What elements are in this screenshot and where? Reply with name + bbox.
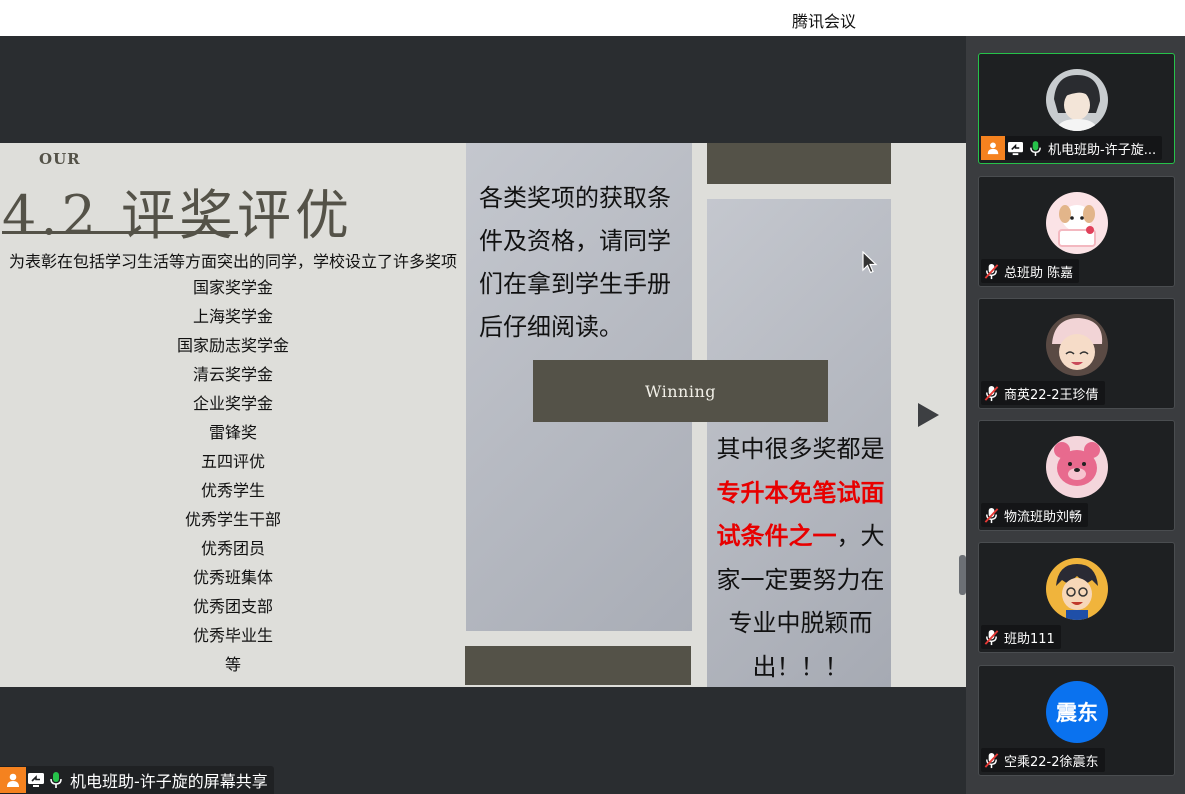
award-item: 优秀学生 — [200, 481, 265, 500]
microphone-muted-icon — [981, 383, 1001, 403]
award-item: 企业奖学金 — [192, 394, 273, 413]
microphone-muted-icon — [981, 627, 1001, 647]
slide-paragraph-1: 各类奖项的获取条件及资格，请同学们在拿到学生手册后仔细阅读。 — [479, 184, 671, 341]
slide-overline: OUR — [39, 150, 81, 168]
initials-avatar: 震东 — [1046, 681, 1108, 743]
scrollbar-thumb[interactable] — [959, 555, 966, 595]
award-item: 等 — [224, 655, 241, 674]
award-item: 优秀学生干部 — [184, 510, 281, 529]
participant-name-bar: 总班助 陈嘉 — [981, 259, 1080, 283]
mouse-cursor-icon — [862, 251, 878, 274]
title-bar: 腾讯会议 — [0, 0, 1185, 36]
participant-name: 空乘22-2徐震东 — [1004, 754, 1099, 770]
award-item: 优秀团支部 — [192, 597, 273, 616]
participant-name: 班助111 — [1004, 631, 1055, 647]
microphone-icon — [46, 770, 66, 790]
screen-share-icon — [26, 770, 46, 790]
participant-tile[interactable]: 商英22-2王珍倩 — [978, 298, 1175, 409]
participant-tile[interactable]: 班助111 — [978, 542, 1175, 653]
screen-share-icon — [1005, 138, 1025, 158]
pink-bear-avatar — [1046, 436, 1108, 498]
conan-avatar — [1046, 558, 1108, 620]
participant-name-bar: 空乘22-2徐震东 — [981, 748, 1105, 772]
slide-block-bottom-left — [465, 646, 691, 685]
participant-name-bar: 班助111 — [981, 625, 1061, 649]
next-slide-arrow-icon[interactable] — [918, 403, 939, 427]
user-icon — [0, 767, 26, 793]
participant-tile[interactable]: 机电班助-许子旋... — [978, 53, 1175, 164]
slide-title: 4.2 评奖评优 — [2, 184, 354, 247]
winning-banner: Winning — [533, 360, 828, 422]
microphone-icon — [1025, 138, 1045, 158]
award-item: 国家励志奖学金 — [176, 336, 289, 355]
award-item: 优秀团员 — [200, 539, 265, 558]
paragraph-2-text: 其中很多奖都是 — [716, 435, 885, 463]
microphone-muted-icon — [981, 261, 1001, 281]
slide-intro: 为表彰在包括学习生活等方面突出的同学，学校设立了许多奖项 — [8, 252, 457, 271]
award-item: 五四评优 — [200, 452, 265, 471]
participant-name: 物流班助刘畅 — [1004, 509, 1083, 525]
app-title: 腾讯会议 — [792, 12, 857, 31]
participant-tile[interactable]: 震东 空乘22-2徐震东 — [978, 665, 1175, 776]
user-icon — [981, 136, 1005, 160]
participant-tile[interactable]: 总班助 陈嘉 — [978, 176, 1175, 287]
award-item: 雷锋奖 — [208, 423, 257, 442]
dog-cake-avatar — [1046, 192, 1108, 254]
screen-share-owner: 机电班助-许子旋的屏幕共享 — [70, 772, 268, 791]
microphone-muted-icon — [981, 505, 1001, 525]
title-underline — [2, 231, 238, 234]
participant-name: 机电班助-许子旋... — [1048, 142, 1157, 158]
award-item: 上海奖学金 — [192, 307, 273, 326]
screen-share-label: 机电班助-许子旋的屏幕共享 — [0, 766, 274, 794]
participant-name: 商英22-2王珍倩 — [1004, 387, 1099, 403]
participant-name-bar: 机电班助-许子旋... — [981, 136, 1163, 160]
microphone-muted-icon — [981, 750, 1001, 770]
slide-paragraph-2: 其中很多奖都是专升本免笔试面试条件之一，大家一定要努力在专业中脱颖而出！！！ — [713, 428, 888, 687]
award-item: 优秀毕业生 — [192, 626, 273, 645]
girl-photo-avatar — [1046, 314, 1108, 376]
slide-block-top-right — [707, 143, 891, 184]
award-item: 国家奖学金 — [192, 278, 273, 297]
award-list: 国家奖学金 上海奖学金 国家励志奖学金 清云奖学金 企业奖学金 雷锋奖 五四评优… — [0, 276, 466, 682]
participant-tile[interactable]: 物流班助刘畅 — [978, 420, 1175, 531]
participant-name-bar: 商英22-2王珍倩 — [981, 381, 1105, 405]
participant-name-bar: 物流班助刘畅 — [981, 503, 1089, 527]
award-item: 优秀班集体 — [192, 568, 273, 587]
anime-boy-avatar — [1046, 69, 1108, 131]
shared-slide: OUR 4.2 评奖评优 为表彰在包括学习生活等方面突出的同学，学校设立了许多奖… — [0, 143, 966, 687]
participant-name: 总班助 陈嘉 — [1004, 265, 1074, 281]
award-item: 清云奖学金 — [192, 365, 273, 384]
